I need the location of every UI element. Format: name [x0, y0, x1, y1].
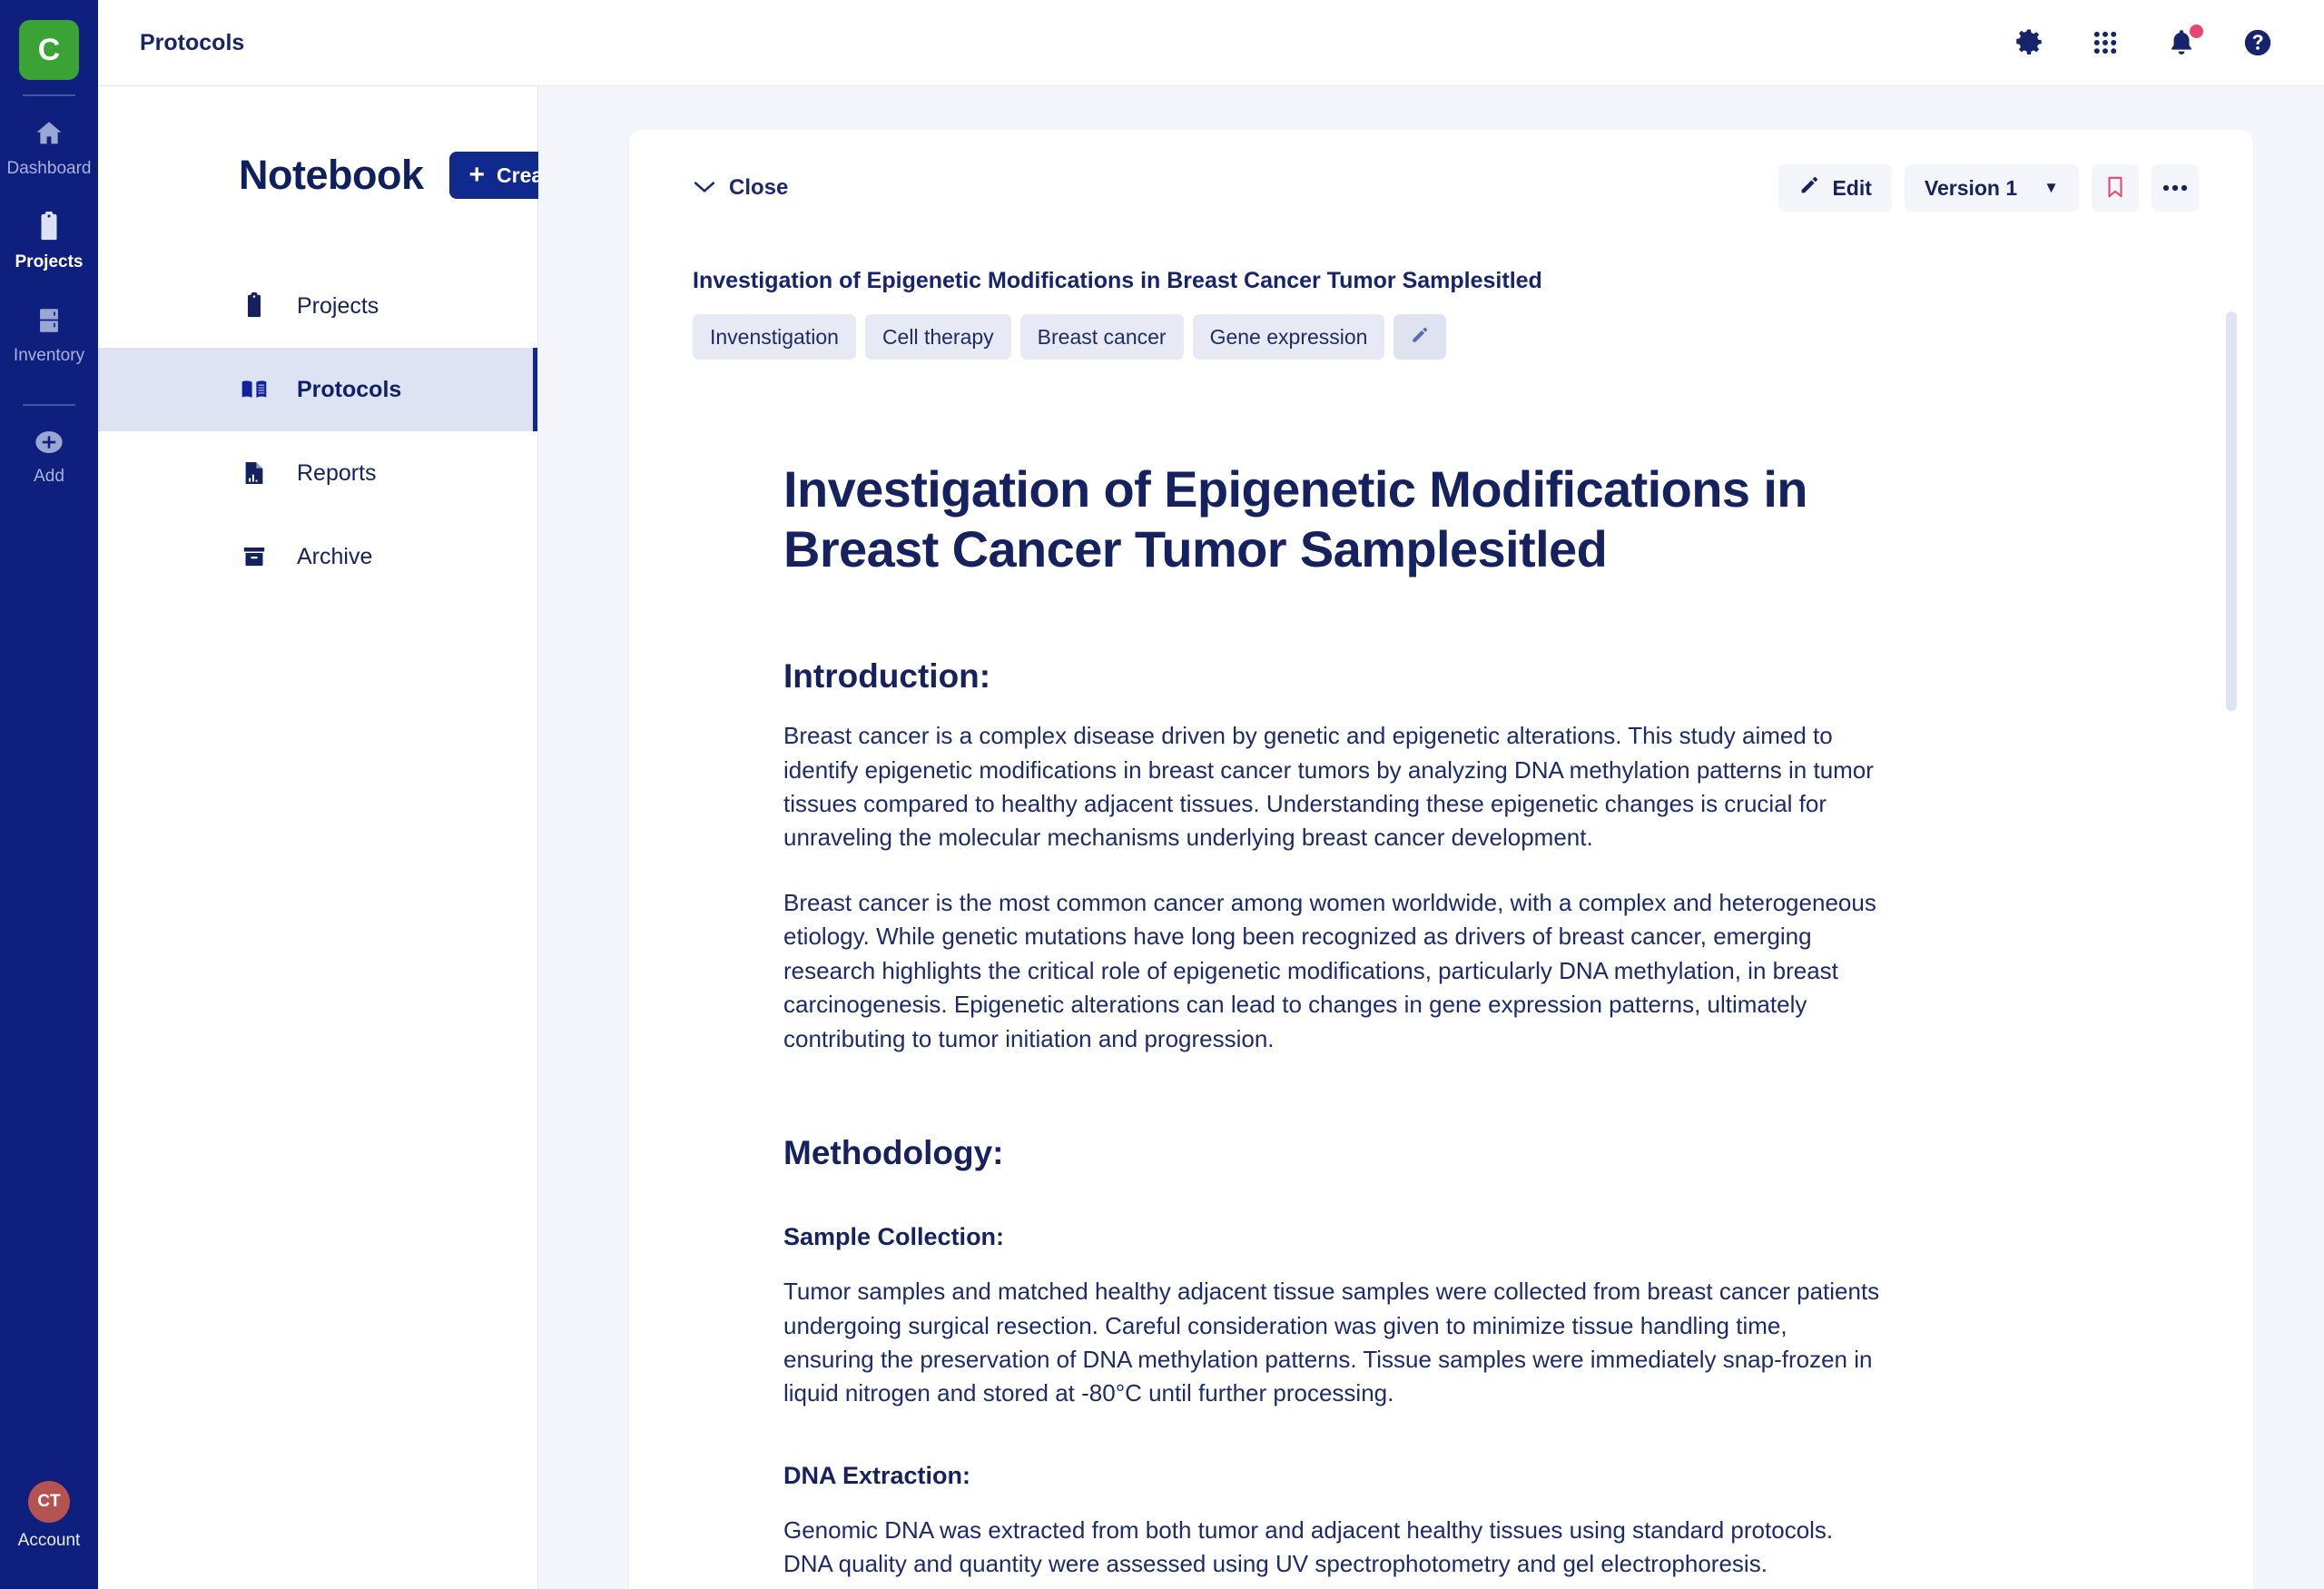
section-heading-introduction: Introduction: — [783, 657, 991, 696]
rail-item-label: Projects — [15, 252, 84, 271]
close-button[interactable]: Close — [693, 175, 788, 201]
page-title: Protocols — [140, 29, 245, 55]
edit-button[interactable]: Edit — [1778, 164, 1892, 212]
notebook-heading: Notebook — [239, 152, 424, 198]
tag-chip[interactable]: Cell therapy — [864, 314, 1011, 360]
sidebar-item-label: Reports — [297, 459, 377, 486]
book-icon — [239, 375, 270, 404]
rail-item-dashboard[interactable]: Dashboard — [0, 109, 98, 183]
edit-button-label: Edit — [1832, 175, 1872, 200]
sidebar-item-reports[interactable]: Reports — [98, 431, 537, 515]
close-button-label: Close — [729, 175, 789, 200]
bell-icon[interactable] — [2166, 25, 2203, 58]
document-scrollbar[interactable] — [2226, 311, 2237, 711]
rail-divider-top — [23, 94, 75, 96]
notification-badge — [2190, 25, 2203, 38]
clipboard-icon — [34, 210, 64, 247]
rail-item-add[interactable]: Add — [0, 419, 98, 490]
clipboard-icon — [239, 292, 270, 320]
tag-chip[interactable]: Gene expression — [1192, 314, 1385, 360]
account-section[interactable]: CT Account — [0, 1481, 98, 1551]
plus-icon: + — [468, 160, 486, 190]
paragraph: Genomic DNA was extracted from both tumo… — [783, 1515, 1834, 1578]
sidebar-item-projects[interactable]: Projects — [98, 264, 537, 348]
report-chart-icon — [239, 459, 270, 487]
paragraph: Tumor samples and matched healthy adjace… — [783, 1278, 1880, 1407]
document-subtitle: Investigation of Epigenetic Modification… — [693, 268, 1542, 293]
app-root: C Dashboard Projects Inventory Add CT Ac… — [0, 0, 2324, 1589]
sidebar-item-label: Protocols — [297, 376, 402, 402]
section-heading-methodology: Methodology: — [783, 1134, 1004, 1172]
app-logo[interactable]: C — [19, 20, 79, 80]
home-icon — [34, 118, 64, 153]
section-heading-sample-collection: Sample Collection: — [783, 1223, 1005, 1251]
sidebar-item-label: Projects — [297, 292, 379, 319]
rail-item-projects[interactable]: Projects — [0, 202, 98, 276]
topbar-actions — [2014, 25, 2273, 58]
sidebar-item-protocols[interactable]: Protocols — [98, 348, 537, 431]
grid-apps-icon[interactable] — [2090, 27, 2121, 58]
tag-chip[interactable]: Invenstigation — [693, 314, 856, 360]
notebook-header: Notebook + Create — [98, 86, 582, 199]
rail-item-label: Inventory — [13, 346, 85, 365]
tag-list: Invenstigation Cell therapy Breast cance… — [629, 294, 2253, 360]
paragraph: Breast cancer is a complex disease drive… — [783, 722, 1874, 852]
tag-chip[interactable]: Breast cancer — [1019, 314, 1184, 360]
global-sidebar: C Dashboard Projects Inventory Add CT Ac… — [0, 0, 98, 1589]
version-label: Version 1 — [1924, 175, 2018, 200]
top-bar: Protocols — [98, 0, 2324, 86]
account-label: Account — [17, 1531, 81, 1550]
notebook-nav: Projects Protocols Reports Archive — [98, 264, 537, 598]
version-selector[interactable]: Version 1 ▼ — [1904, 164, 2079, 212]
bookmark-icon — [2105, 175, 2125, 202]
pencil-icon — [1410, 325, 1430, 350]
notebook-sidebar: Notebook + Create Projects Protocols Rep… — [98, 86, 582, 1589]
more-horizontal-icon — [2162, 182, 2188, 195]
rail-item-inventory[interactable]: Inventory — [0, 296, 98, 370]
more-options-button[interactable] — [2152, 164, 2199, 212]
document-card: Close Edit Version 1 ▼ Investigation of … — [629, 130, 2253, 1589]
document-heading: Investigation of Epigenetic Modification… — [783, 460, 1807, 578]
main-region: Protocols Notebook + Create Projects Pro… — [98, 0, 2324, 1589]
archive-box-icon — [239, 543, 270, 570]
fridge-icon — [34, 305, 64, 340]
chevron-down-icon — [693, 175, 716, 201]
rail-item-label: Dashboard — [6, 159, 92, 178]
edit-tags-button[interactable] — [1393, 314, 1447, 360]
paragraph: Breast cancer is the most common cancer … — [783, 888, 1876, 1052]
sidebar-item-archive[interactable]: Archive — [98, 515, 537, 598]
bookmark-button[interactable] — [2092, 164, 2139, 212]
sidebar-item-label: Archive — [297, 543, 373, 569]
content-body: Notebook + Create Projects Protocols Rep… — [98, 86, 2324, 1589]
help-icon[interactable] — [2242, 27, 2273, 58]
document-content: Investigation of Epigenetic Modification… — [629, 459, 2253, 1582]
document-toolbar: Close Edit Version 1 ▼ — [629, 130, 2253, 212]
section-heading-dna-extraction: DNA Extraction: — [783, 1461, 971, 1489]
rail-item-label: Add — [34, 467, 64, 486]
document-actions: Edit Version 1 ▼ — [1778, 164, 2199, 212]
rail-divider-bottom — [23, 404, 75, 406]
pencil-icon — [1798, 174, 1820, 202]
document-area: Close Edit Version 1 ▼ Investigation of … — [538, 86, 2324, 1589]
avatar[interactable]: CT — [28, 1481, 70, 1523]
chevron-down-icon: ▼ — [2043, 179, 2059, 196]
plus-circle-icon — [34, 428, 64, 461]
gear-icon[interactable] — [2014, 27, 2044, 58]
